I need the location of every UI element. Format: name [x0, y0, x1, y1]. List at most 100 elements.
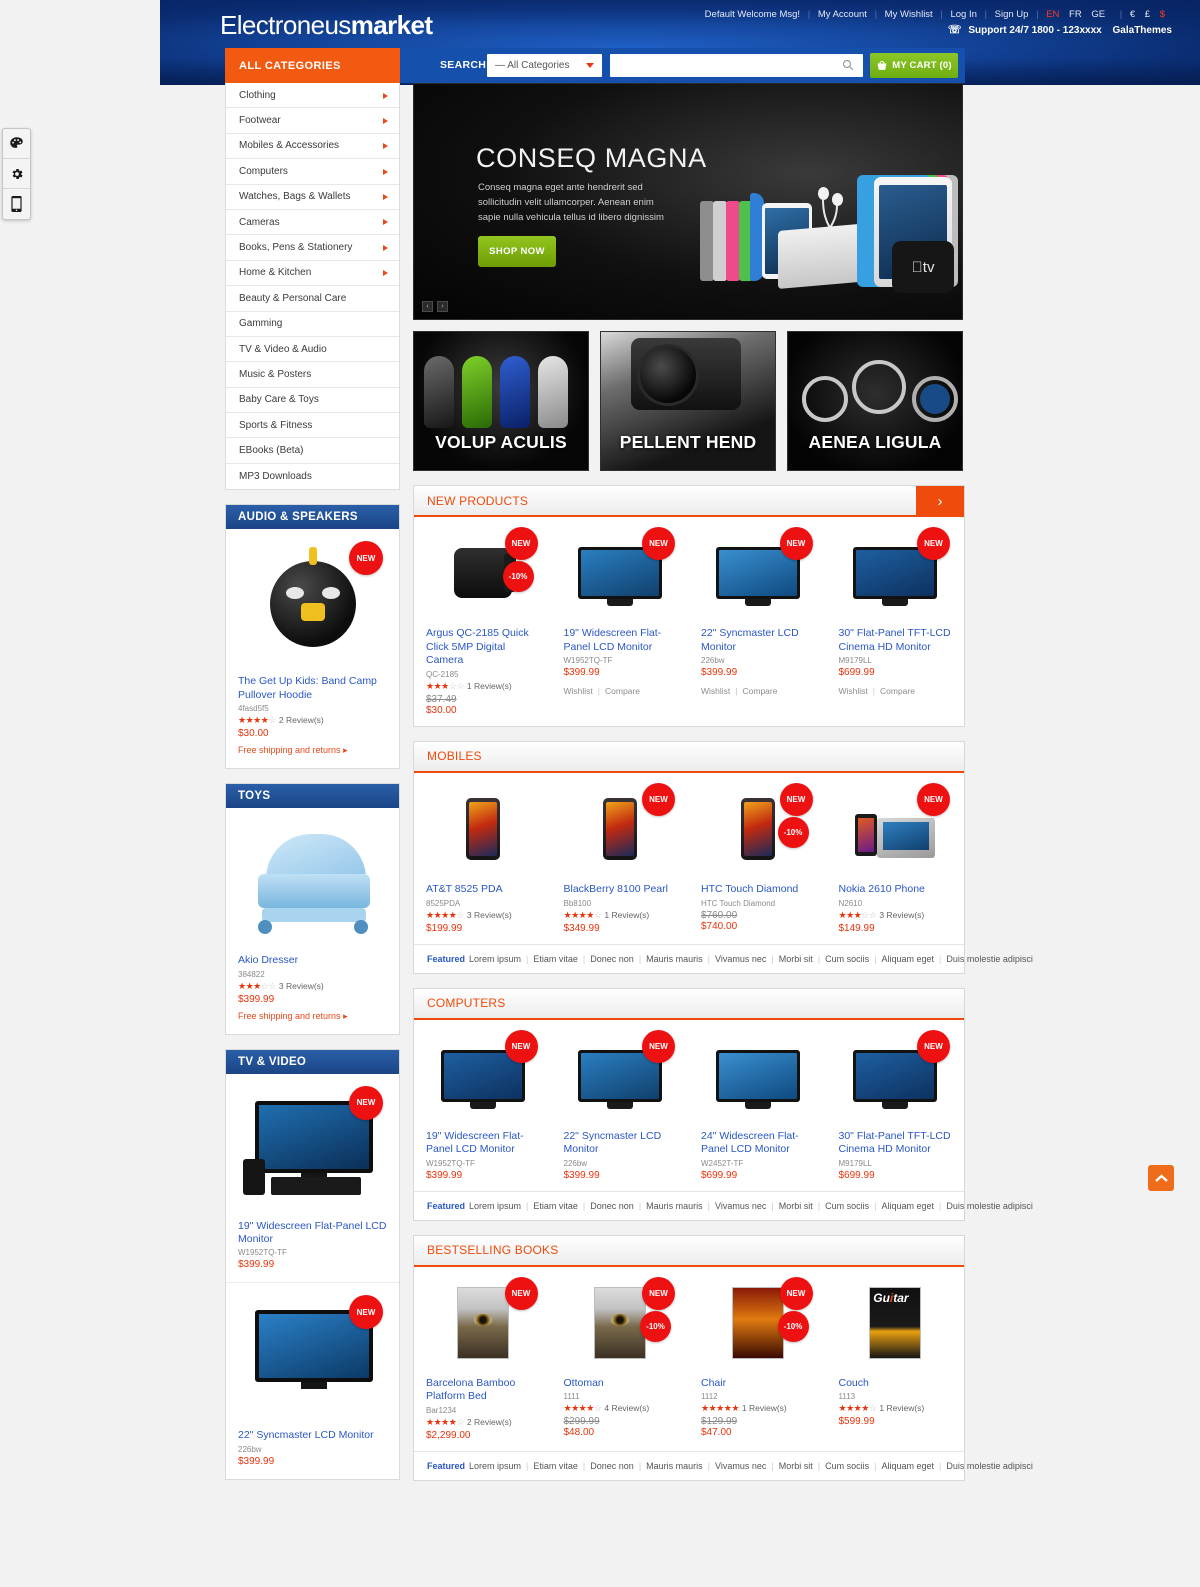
search-category-select[interactable]: — All Categories [487, 54, 602, 77]
footer-nav-item[interactable]: Duis molestie adipisci [946, 1201, 1033, 1211]
site-logo[interactable]: Electroneusmarket [220, 10, 433, 41]
lang-en[interactable]: EN [1046, 9, 1059, 20]
product-card[interactable]: NEW 22" Syncmaster LCD Monitor 226bw $399.9… [552, 1029, 690, 1181]
category-item-1[interactable]: Footwear [226, 108, 399, 134]
product-card[interactable]: NEW Nokia 2610 Phone N2610 ★★★☆☆ 3 Review(s)… [827, 782, 965, 934]
hero-banner[interactable]: tv CONSEQ MAGNA Conseq magna eget ante … [413, 83, 963, 320]
product-title[interactable]: HTC Touch Diamond [701, 883, 815, 897]
footer-nav-item[interactable]: Aliquam eget [881, 1201, 934, 1211]
compare-link[interactable]: Compare [605, 686, 640, 696]
product-rating[interactable]: ★★★★★ 1 Review(s) [701, 1403, 815, 1414]
product-card[interactable]: NEW -10% Ottoman 1111 ★★★★☆ 4 Review(s) $299.9… [552, 1276, 690, 1441]
free-shipping-link[interactable]: Free shipping and returns ▸ [238, 1011, 387, 1022]
footer-nav-item[interactable]: Mauris mauris [646, 954, 703, 964]
sign-up-link[interactable]: Sign Up [995, 9, 1029, 20]
footer-nav-item[interactable]: Duis molestie adipisci [946, 954, 1033, 964]
footer-nav-item[interactable]: Mauris mauris [646, 1461, 703, 1471]
compare-link[interactable]: Compare [880, 686, 915, 696]
product-title[interactable]: 19" Widescreen Flat-Panel LCD Monitor [564, 627, 678, 654]
product-card[interactable]: NEW Barcelona Bamboo Platform Bed Bar1234 ★… [414, 1276, 552, 1441]
product-title[interactable]: BlackBerry 8100 Pearl [564, 883, 678, 897]
palette-icon[interactable] [3, 129, 30, 159]
product-card[interactable]: NEW -10% HTC Touch Diamond HTC Touch Diamon… [689, 782, 827, 934]
footer-nav-item[interactable]: Etiam vitae [533, 1201, 578, 1211]
currency-eur[interactable]: € [1130, 9, 1135, 20]
category-item-4[interactable]: Watches, Bags & Wallets [226, 185, 399, 210]
category-item-6[interactable]: Books, Pens & Stationery [226, 235, 399, 261]
free-shipping-link[interactable]: Free shipping and returns ▸ [238, 745, 387, 756]
widget-product[interactable]: NEW 19" Widescreen Flat-Panel LCD Monitor… [226, 1074, 399, 1284]
product-rating[interactable]: ★★★★☆ 2 Review(s) [426, 1417, 540, 1428]
widget-product[interactable]: NEW The Get Up Kids: Band Camp Pullover H… [226, 529, 399, 768]
product-card[interactable]: NEW 19" Widescreen Flat-Panel LCD Monitor… [414, 1029, 552, 1181]
section-next-button[interactable]: › [916, 486, 964, 517]
scroll-to-top-button[interactable] [1148, 1165, 1174, 1191]
product-title[interactable]: 30" Flat-Panel TFT-LCD Cinema HD Monitor [839, 1130, 953, 1157]
product-title[interactable]: 19" Widescreen Flat-Panel LCD Monitor [238, 1220, 387, 1247]
category-item-9[interactable]: Gamming [226, 312, 399, 337]
product-card[interactable]: AT&T 8525 PDA 8525PDA ★★★★☆ 3 Review(s) $199… [414, 787, 552, 934]
wishlist-link[interactable]: Wishlist [839, 686, 868, 696]
footer-nav-item[interactable]: Aliquam eget [881, 1461, 934, 1471]
category-item-0[interactable]: Clothing [226, 83, 399, 109]
product-title[interactable]: The Get Up Kids: Band Camp Pullover Hood… [238, 675, 387, 702]
product-title[interactable]: 22" Syncmaster LCD Monitor [564, 1130, 678, 1157]
product-card[interactable]: NEW -10% Argus QC-2185 Quick Click 5MP Dig… [414, 527, 552, 716]
product-title[interactable]: Ottoman [564, 1377, 678, 1391]
category-item-5[interactable]: Cameras [226, 210, 399, 236]
product-card[interactable]: NEW 30" Flat-Panel TFT-LCD Cinema HD Moni… [827, 1029, 965, 1181]
product-title[interactable]: 19" Widescreen Flat-Panel LCD Monitor [426, 1130, 540, 1157]
product-card[interactable]: NEW 19" Widescreen Flat-Panel LCD Monitor… [552, 527, 690, 716]
product-card[interactable]: Guitar Couch 1113 ★★★★☆ 1 Review(s) $599.99 [827, 1281, 965, 1441]
hero-slider-nav[interactable]: ‹ › [422, 301, 448, 312]
footer-nav-item[interactable]: Aliquam eget [881, 954, 934, 964]
product-card[interactable]: NEW -10% Chair 1112 ★★★★★ 1 Review(s) $129.99 $… [689, 1276, 827, 1441]
widget-product[interactable]: NEW 22" Syncmaster LCD Monitor 226bw $399.9… [226, 1283, 399, 1478]
footer-nav-item[interactable]: Morbi sit [779, 1461, 813, 1471]
footer-active-tab[interactable]: Featured [427, 1461, 465, 1471]
product-card[interactable]: NEW 22" Syncmaster LCD Monitor 226bw $399.9… [689, 527, 827, 716]
footer-nav-item[interactable]: Duis molestie adipisci [946, 1461, 1033, 1471]
gear-icon[interactable] [3, 159, 30, 189]
product-rating[interactable]: ★★★★☆ 2 Review(s) [238, 715, 387, 726]
product-title[interactable]: 30" Flat-Panel TFT-LCD Cinema HD Monitor [839, 627, 953, 654]
my-account-link[interactable]: My Account [818, 9, 867, 20]
category-item-8[interactable]: Beauty & Personal Care [226, 286, 399, 312]
widget-product[interactable]: Akio Dresser 384822 ★★★☆☆ 3 Review(s) $399.9… [226, 808, 399, 1033]
footer-nav-item[interactable]: Lorem ipsum [469, 954, 521, 964]
category-item-12[interactable]: Baby Care & Toys [226, 388, 399, 414]
product-title[interactable]: Chair [701, 1377, 815, 1391]
hero-prev-button[interactable]: ‹ [422, 301, 433, 312]
product-title[interactable]: 24" Widescreen Flat-Panel LCD Monitor [701, 1130, 815, 1157]
product-rating[interactable]: ★★★☆☆ 1 Review(s) [426, 681, 540, 692]
product-title[interactable]: Barcelona Bamboo Platform Bed [426, 1377, 540, 1404]
footer-nav-item[interactable]: Morbi sit [779, 1201, 813, 1211]
log-in-link[interactable]: Log In [950, 9, 976, 20]
footer-nav-item[interactable]: Donec non [590, 1201, 634, 1211]
category-item-15[interactable]: MP3 Downloads [226, 464, 399, 489]
shop-now-button[interactable]: SHOP NOW [478, 236, 556, 267]
category-item-14[interactable]: EBooks (Beta) [226, 438, 399, 464]
my-wishlist-link[interactable]: My Wishlist [885, 9, 933, 20]
currency-usd[interactable]: $ [1160, 9, 1165, 20]
promo-banner-2[interactable]: AENEA LIGULA [787, 331, 963, 471]
lang-ge[interactable]: GE [1091, 9, 1105, 20]
footer-active-tab[interactable]: Featured [427, 1201, 465, 1211]
product-rating[interactable]: ★★★★☆ 1 Review(s) [839, 1403, 953, 1414]
wishlist-link[interactable]: Wishlist [701, 686, 730, 696]
footer-nav-item[interactable]: Lorem ipsum [469, 1201, 521, 1211]
my-cart-button[interactable]: MY CART (0) [870, 53, 958, 78]
product-card[interactable]: 24" Widescreen Flat-Panel LCD Monitor W24… [689, 1034, 827, 1181]
currency-gbp[interactable]: £ [1145, 9, 1150, 20]
footer-active-tab[interactable]: Featured [427, 954, 465, 964]
lang-fr[interactable]: FR [1069, 9, 1082, 20]
all-categories-tab[interactable]: ALL CATEGORIES [225, 48, 400, 83]
category-item-2[interactable]: Mobiles & Accessories [226, 134, 399, 160]
compare-link[interactable]: Compare [743, 686, 778, 696]
category-item-7[interactable]: Home & Kitchen [226, 261, 399, 287]
product-title[interactable]: Argus QC-2185 Quick Click 5MP Digital Ca… [426, 627, 540, 668]
footer-nav-item[interactable]: Vivamus nec [715, 954, 766, 964]
product-rating[interactable]: ★★★☆☆ 3 Review(s) [238, 981, 387, 992]
mobile-icon[interactable] [3, 189, 30, 219]
footer-nav-item[interactable]: Etiam vitae [533, 1461, 578, 1471]
